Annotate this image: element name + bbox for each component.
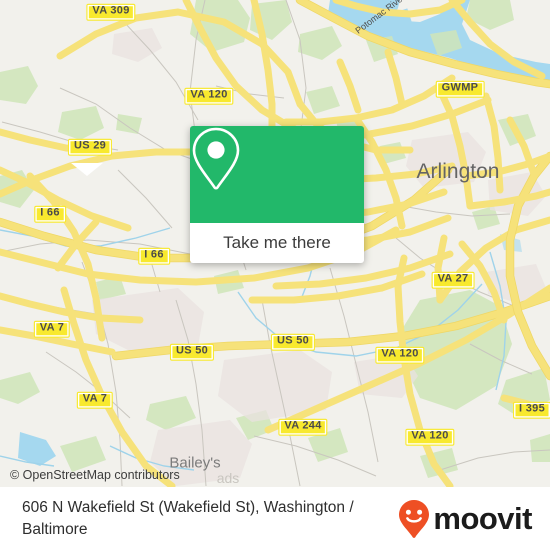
road-shield-va-7-s[interactable]: VA 7 [76, 391, 114, 409]
footer-bar: 606 N Wakefield St (Wakefield St), Washi… [0, 487, 550, 550]
road-shield-i-66-e[interactable]: I 66 [138, 247, 170, 265]
road-shield-us-50-w[interactable]: US 50 [169, 343, 215, 361]
road-shield-va-309[interactable]: VA 309 [86, 3, 136, 21]
osm-attribution[interactable]: © OpenStreetMap contributors [10, 468, 180, 482]
road-shield-us-29[interactable]: US 29 [67, 138, 113, 156]
place-label-crossroads-partial: ads [216, 470, 240, 486]
callout-tail-pointer [71, 163, 103, 176]
road-shield-va-7-n[interactable]: VA 7 [33, 320, 71, 338]
callout-icon-area [190, 126, 364, 223]
road-shield-va-27[interactable]: VA 27 [431, 271, 475, 289]
address-text: 606 N Wakefield St (Wakefield St), Washi… [22, 498, 354, 538]
road-shield-i-66-w[interactable]: I 66 [34, 205, 66, 223]
road-shield-i-395[interactable]: I 395 [513, 401, 550, 419]
map-pin-icon [192, 127, 240, 190]
moovit-brand[interactable]: moovit [397, 499, 550, 539]
road-shield-us-50-e[interactable]: US 50 [270, 333, 316, 351]
map-canvas[interactable]: .w{fill:#a5d8ef} .pk{fill:#cfe5b8;opacit… [0, 0, 550, 487]
location-callout-card[interactable]: Take me there [190, 126, 364, 263]
take-me-there-label: Take me there [223, 233, 331, 252]
callout-action-area[interactable]: Take me there [190, 223, 364, 263]
road-shield-gwmp[interactable]: GWMP [435, 80, 485, 98]
place-label-arlington: Arlington [416, 160, 500, 183]
road-shield-va-120-m[interactable]: VA 120 [375, 346, 425, 364]
moovit-wordmark: moovit [433, 501, 532, 536]
map-screenshot: .w{fill:#a5d8ef} .pk{fill:#cfe5b8;opacit… [0, 0, 550, 550]
moovit-smiley-pin-icon [399, 499, 430, 538]
road-shield-va-120-s[interactable]: VA 120 [405, 428, 455, 446]
road-shield-va-244[interactable]: VA 244 [278, 418, 328, 436]
road-shield-va-120-n[interactable]: VA 120 [184, 87, 234, 105]
